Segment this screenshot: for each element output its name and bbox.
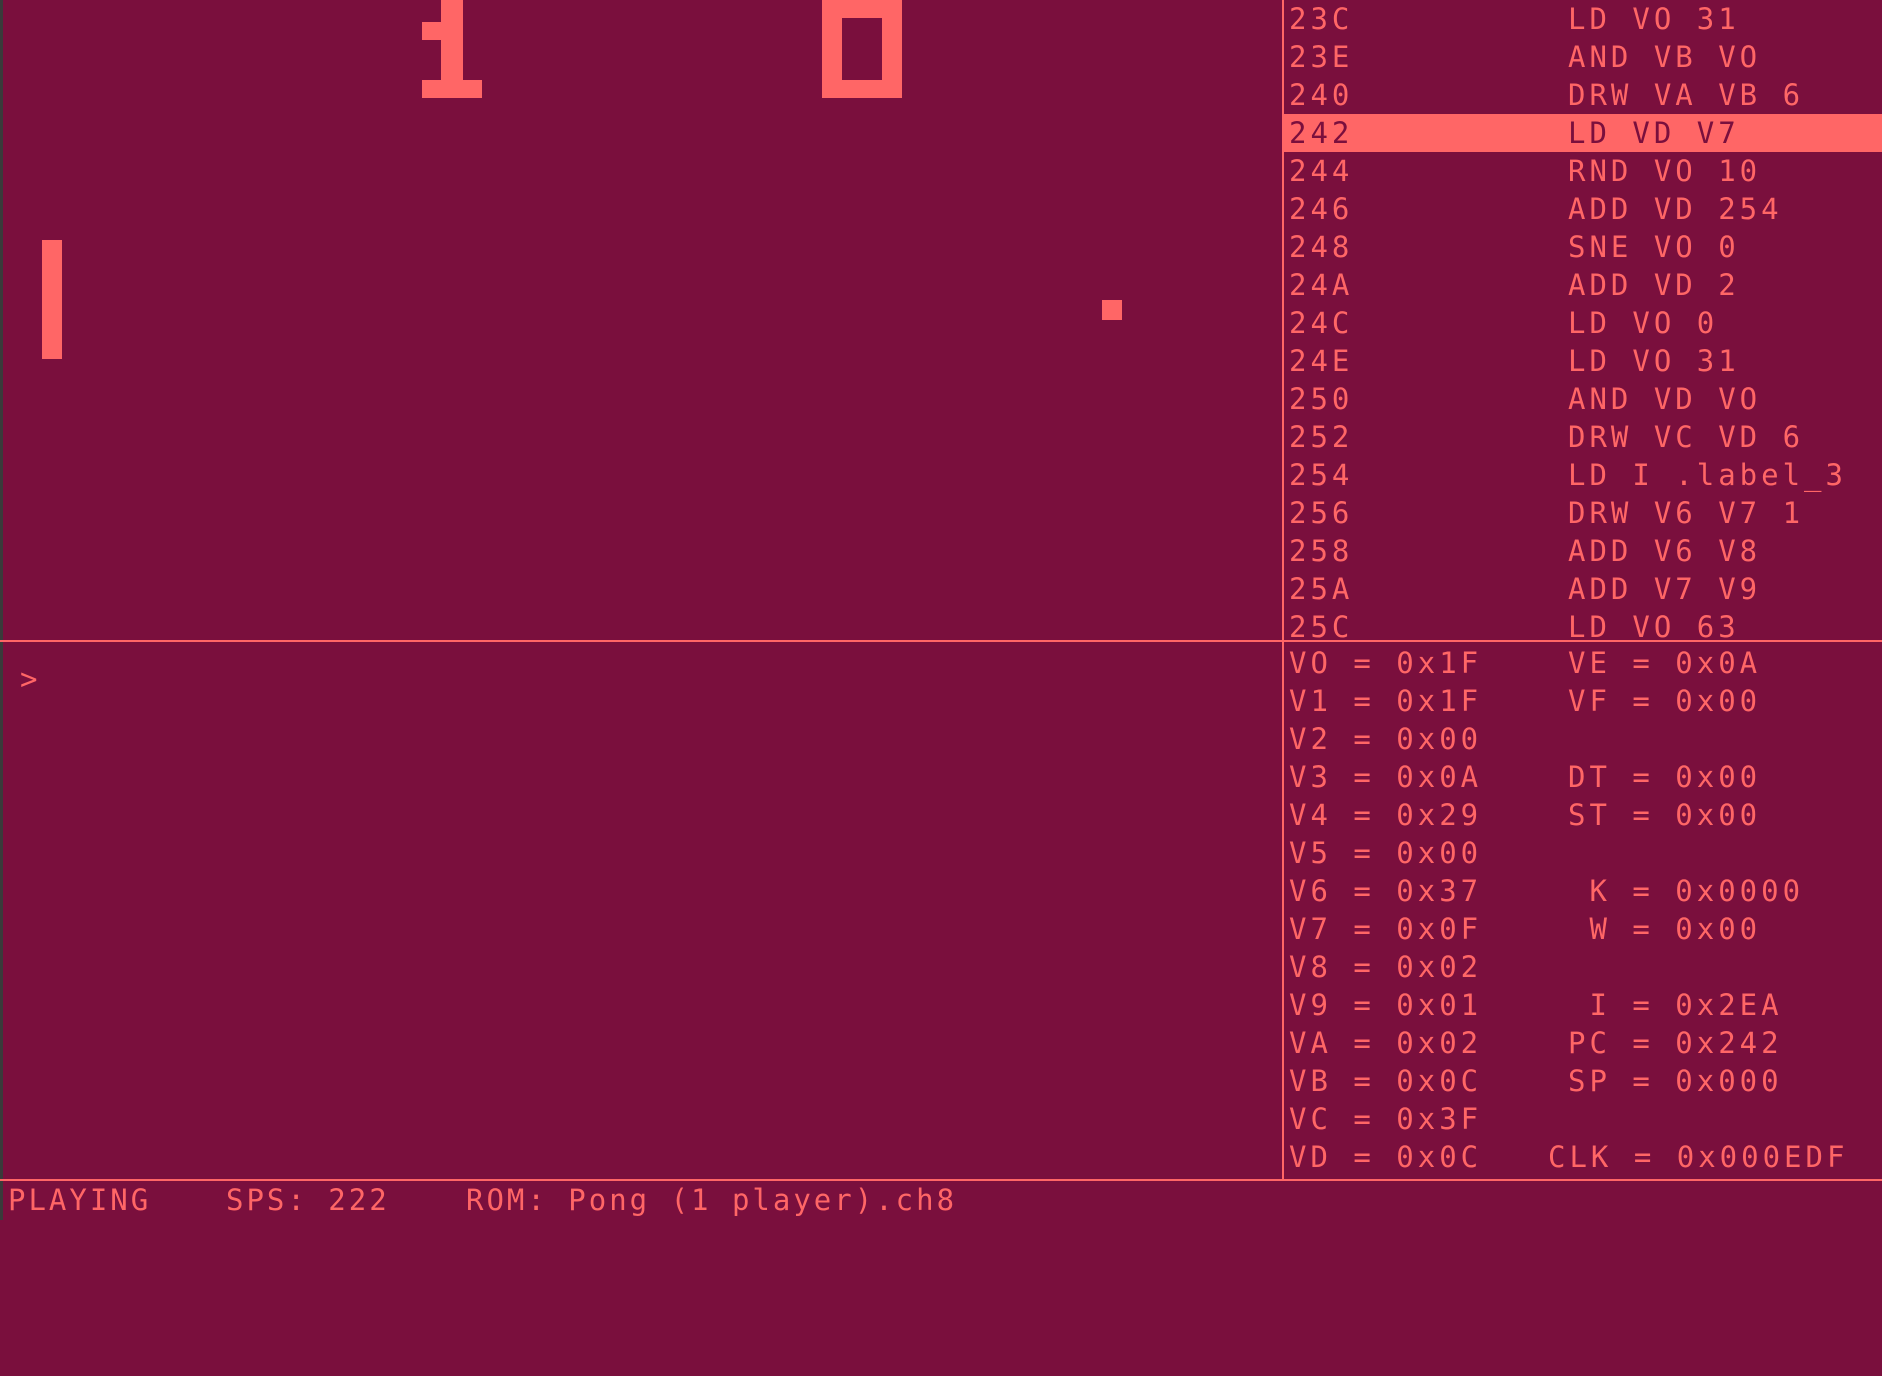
disassembly-row[interactable]: 246 ADD VD 254 — [1284, 190, 1882, 228]
disassembly-instruction: LD VO 63 — [1568, 610, 1740, 640]
disassembly-address: 242 — [1289, 116, 1354, 150]
register-value: V3 = 0x0A — [1289, 760, 1483, 794]
disassembly-row[interactable]: 23C LD VO 31 — [1284, 0, 1882, 38]
register-value: V1 = 0x1F — [1289, 684, 1483, 718]
disassembly-instruction: RND VO 10 — [1568, 154, 1762, 188]
disassembly-address: 250 — [1289, 382, 1354, 416]
game-display: 1 0 — [0, 0, 1282, 640]
disassembly-instruction: ADD V7 V9 — [1568, 572, 1762, 606]
disassembly-address: 23E — [1289, 40, 1354, 74]
disassembly-row[interactable]: 244 RND VO 10 — [1284, 152, 1882, 190]
status-sps: SPS: 222 — [226, 1183, 390, 1217]
register-value: I = 0x2EA — [1568, 988, 1783, 1022]
left-score-glyph-flag — [422, 22, 444, 40]
disassembly-address: 248 — [1289, 230, 1354, 264]
disassembly-address: 24E — [1289, 344, 1354, 378]
disassembly-row[interactable]: 24A ADD VD 2 — [1284, 266, 1882, 304]
console-prompt[interactable]: > — [20, 660, 37, 698]
disassembly-address: 25C — [1289, 610, 1354, 640]
register-value: V5 = 0x00 — [1289, 836, 1483, 870]
disassembly-instruction: ADD V6 V8 — [1568, 534, 1762, 568]
status-rom: ROM: Pong (1 player).ch8 — [466, 1183, 958, 1217]
chip8-debugger-window: 1 0 23C LD VO 31 23E AND VB VO 240 DRW VA VB … — [0, 0, 1882, 1220]
register-value: V4 = 0x29 — [1289, 798, 1483, 832]
disassembly-address: 25A — [1289, 572, 1354, 606]
register-value: VC = 0x3F — [1289, 1102, 1483, 1136]
player-paddle — [42, 240, 62, 359]
right-score-glyph-bottom — [822, 80, 902, 98]
right-score-glyph-top — [822, 0, 902, 18]
register-value: CLK = 0x000EDF — [1548, 1140, 1849, 1174]
disassembly-instruction: ADD VD 254 — [1568, 192, 1783, 226]
disassembly-address: 254 — [1289, 458, 1354, 492]
ball — [1102, 300, 1122, 320]
disassembly-address: 240 — [1289, 78, 1354, 112]
disassembly-instruction: LD VO 31 — [1568, 344, 1740, 378]
disassembly-instruction: LD I .label_3 — [1568, 458, 1847, 492]
register-value: V6 = 0x37 — [1289, 874, 1483, 908]
register-value: W = 0x00 — [1568, 912, 1762, 946]
register-value: K = 0x0000 — [1568, 874, 1805, 908]
disassembly-instruction: ADD VD 2 — [1568, 268, 1740, 302]
disassembly-address: 256 — [1289, 496, 1354, 530]
register-value: VF = 0x00 — [1568, 684, 1762, 718]
disassembly-row[interactable]: 252 DRW VC VD 6 — [1284, 418, 1882, 456]
register-value: VB = 0x0C — [1289, 1064, 1483, 1098]
disassembly-instruction: AND VB VO — [1568, 40, 1762, 74]
disassembly-row[interactable]: 256 DRW V6 V7 1 — [1284, 494, 1882, 532]
disassembly-instruction: LD VO 31 — [1568, 2, 1740, 36]
register-value: DT = 0x00 — [1568, 760, 1762, 794]
register-value: V2 = 0x00 — [1289, 722, 1483, 756]
disassembly-address: 23C — [1289, 2, 1354, 36]
register-value: V9 = 0x01 — [1289, 988, 1483, 1022]
disassembly-instruction: SNE VO 0 — [1568, 230, 1740, 264]
disassembly-instruction: DRW VA VB 6 — [1568, 78, 1805, 112]
register-value: VD = 0x0C — [1289, 1140, 1483, 1174]
disassembly-instruction: DRW VC VD 6 — [1568, 420, 1805, 454]
status-state: PLAYING — [8, 1183, 152, 1217]
disassembly-row[interactable]: 258 ADD V6 V8 — [1284, 532, 1882, 570]
disassembly-instruction: LD VD V7 — [1568, 116, 1740, 150]
disassembly-address: 252 — [1289, 420, 1354, 454]
disassembly-row[interactable]: 25C LD VO 63 — [1284, 608, 1882, 640]
left-score-glyph-base — [422, 80, 482, 98]
disassembly-row-current[interactable]: 242 LD VD V7 — [1284, 114, 1882, 152]
status-bar: PLAYING SPS: 222 ROM: Pong (1 player).ch… — [0, 1181, 1882, 1220]
disassembly-row[interactable]: 254 LD I .label_3 — [1284, 456, 1882, 494]
vertical-divider — [1282, 0, 1284, 1180]
disassembly-address: 258 — [1289, 534, 1354, 568]
disassembly-panel[interactable]: 23C LD VO 31 23E AND VB VO 240 DRW VA VB 6 242… — [1284, 0, 1882, 640]
disassembly-row[interactable]: 24C LD VO 0 — [1284, 304, 1882, 342]
disassembly-address: 24A — [1289, 268, 1354, 302]
console-panel[interactable]: > — [0, 642, 1282, 1179]
disassembly-row[interactable]: 23E AND VB VO — [1284, 38, 1882, 76]
disassembly-address: 246 — [1289, 192, 1354, 226]
register-value: VO = 0x1F — [1289, 646, 1483, 680]
register-value: PC = 0x242 — [1568, 1026, 1783, 1060]
disassembly-instruction: DRW V6 V7 1 — [1568, 496, 1805, 530]
disassembly-row[interactable]: 248 SNE VO 0 — [1284, 228, 1882, 266]
horizontal-divider — [0, 640, 1882, 642]
disassembly-row[interactable]: 25A ADD V7 V9 — [1284, 570, 1882, 608]
registers-panel: VO = 0x1F V1 = 0x1F V2 = 0x00 V3 = 0x0A V4 =… — [1284, 642, 1882, 1179]
disassembly-address: 24C — [1289, 306, 1354, 340]
register-value: VA = 0x02 — [1289, 1026, 1483, 1060]
disassembly-row[interactable]: 240 DRW VA VB 6 — [1284, 76, 1882, 114]
disassembly-row[interactable]: 250 AND VD VO — [1284, 380, 1882, 418]
disassembly-row[interactable]: 24E LD VO 31 — [1284, 342, 1882, 380]
disassembly-address: 244 — [1289, 154, 1354, 188]
register-value: V7 = 0x0F — [1289, 912, 1483, 946]
register-value: ST = 0x00 — [1568, 798, 1762, 832]
register-value: V8 = 0x02 — [1289, 950, 1483, 984]
register-value: SP = 0x000 — [1568, 1064, 1783, 1098]
disassembly-instruction: AND VD VO — [1568, 382, 1762, 416]
disassembly-instruction: LD VO 0 — [1568, 306, 1719, 340]
register-value: VE = 0x0A — [1568, 646, 1762, 680]
